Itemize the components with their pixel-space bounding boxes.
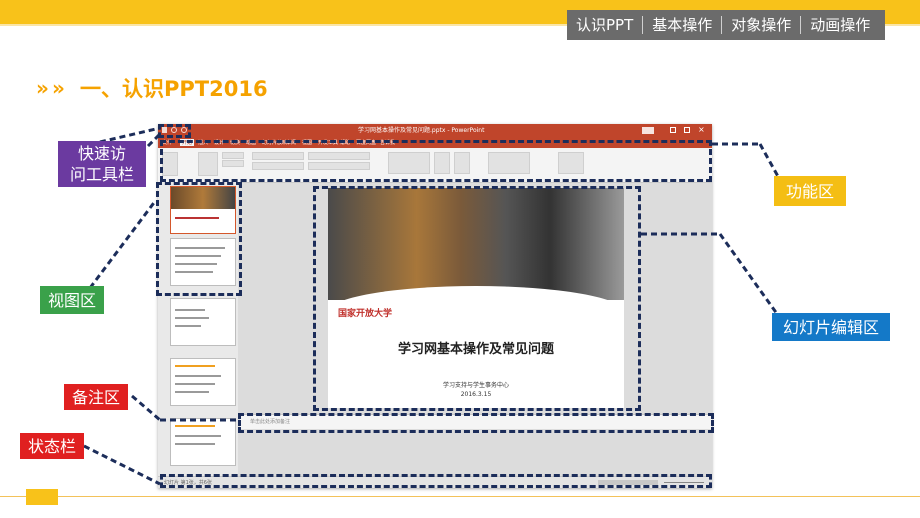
bottom-accent-line [0, 496, 920, 497]
leader-line-quick-access [146, 132, 162, 148]
leader-line-quick-access-2 [99, 126, 161, 144]
label-quick-access-toolbar: 快速访 问工具栏 [58, 141, 146, 187]
leader-line-status [83, 444, 161, 486]
callout-leader-lines [83, 126, 782, 486]
leader-line-view-area [88, 199, 158, 289]
bottom-accent-block [26, 489, 58, 505]
label-slide-edit-area: 幻灯片编辑区 [772, 313, 890, 341]
label-ribbon: 功能区 [774, 176, 846, 206]
leader-line-slide-edit-2 [718, 233, 782, 319]
leader-line-notes [131, 394, 161, 422]
label-notes-area: 备注区 [64, 384, 128, 410]
label-view-area: 视图区 [40, 286, 104, 314]
label-status-bar: 状态栏 [20, 433, 84, 459]
leader-line-ribbon-2 [758, 143, 782, 181]
